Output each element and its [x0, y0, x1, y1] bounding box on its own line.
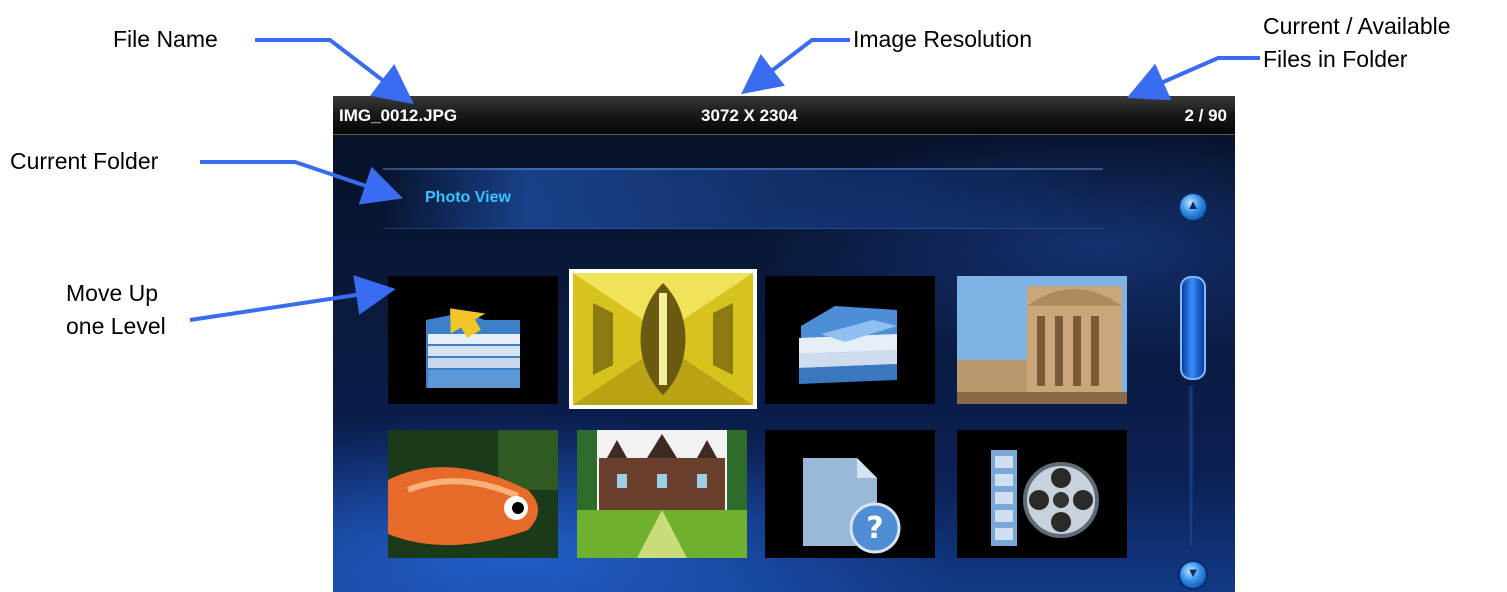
svg-text:?: ? — [866, 511, 883, 546]
vertical-scrollbar[interactable]: ▲ ▼ — [1177, 192, 1208, 590]
photo-thumbnail — [388, 430, 558, 558]
arrow-current-available — [1126, 56, 1260, 101]
current-folder-bar: Photo View — [383, 168, 1103, 229]
arrow-file-name — [255, 38, 414, 105]
chevron-down-icon: ▼ — [1186, 565, 1200, 580]
folder-up-icon — [388, 276, 558, 404]
callout-image-resolution: Image Resolution — [853, 26, 1032, 52]
photo-thumbnail — [957, 276, 1127, 404]
video-file-icon — [957, 430, 1127, 558]
folder-icon — [765, 276, 935, 404]
photo-tile-castle[interactable] — [577, 430, 747, 558]
unknown-file-tile[interactable]: ? — [765, 430, 935, 558]
callout-current-available-line1: Current / Available — [1263, 13, 1451, 39]
scrollbar-thumb[interactable] — [1180, 276, 1206, 380]
photo-thumbnail — [573, 273, 753, 405]
callout-current-folder: Current Folder — [10, 148, 159, 174]
callout-current-available-line2: Files in Folder — [1263, 46, 1408, 72]
folder-up-tile[interactable] — [388, 276, 558, 404]
device-screen: IMG_0012.JPG 3072 X 2304 2 / 90 Photo Vi… — [333, 96, 1235, 592]
resolution-text: 3072 X 2304 — [701, 106, 798, 125]
scroll-up-button[interactable]: ▲ — [1178, 192, 1208, 222]
photo-tile-fish[interactable] — [388, 430, 558, 558]
current-folder-label: Photo View — [425, 189, 511, 206]
photo-tile-selected[interactable] — [573, 273, 753, 405]
file-name-text: IMG_0012.JPG — [339, 106, 458, 125]
callout-file-name: File Name — [113, 26, 218, 52]
file-position-text: 2 / 90 — [1184, 106, 1227, 125]
photo-tile-building[interactable] — [957, 276, 1127, 404]
arrow-image-resolution — [741, 38, 850, 95]
unknown-file-icon: ? — [765, 430, 935, 558]
callout-move-up-line1: Move Up — [66, 280, 159, 306]
scroll-down-button[interactable]: ▼ — [1178, 560, 1208, 590]
video-file-tile[interactable] — [957, 430, 1127, 558]
callout-move-up-line2: one Level — [66, 313, 166, 339]
folder-tile[interactable] — [765, 276, 935, 404]
scrollbar-track — [1188, 386, 1194, 546]
status-bar: IMG_0012.JPG 3072 X 2304 2 / 90 — [333, 96, 1235, 135]
photo-thumbnail — [577, 430, 747, 558]
chevron-up-icon: ▲ — [1186, 197, 1200, 212]
